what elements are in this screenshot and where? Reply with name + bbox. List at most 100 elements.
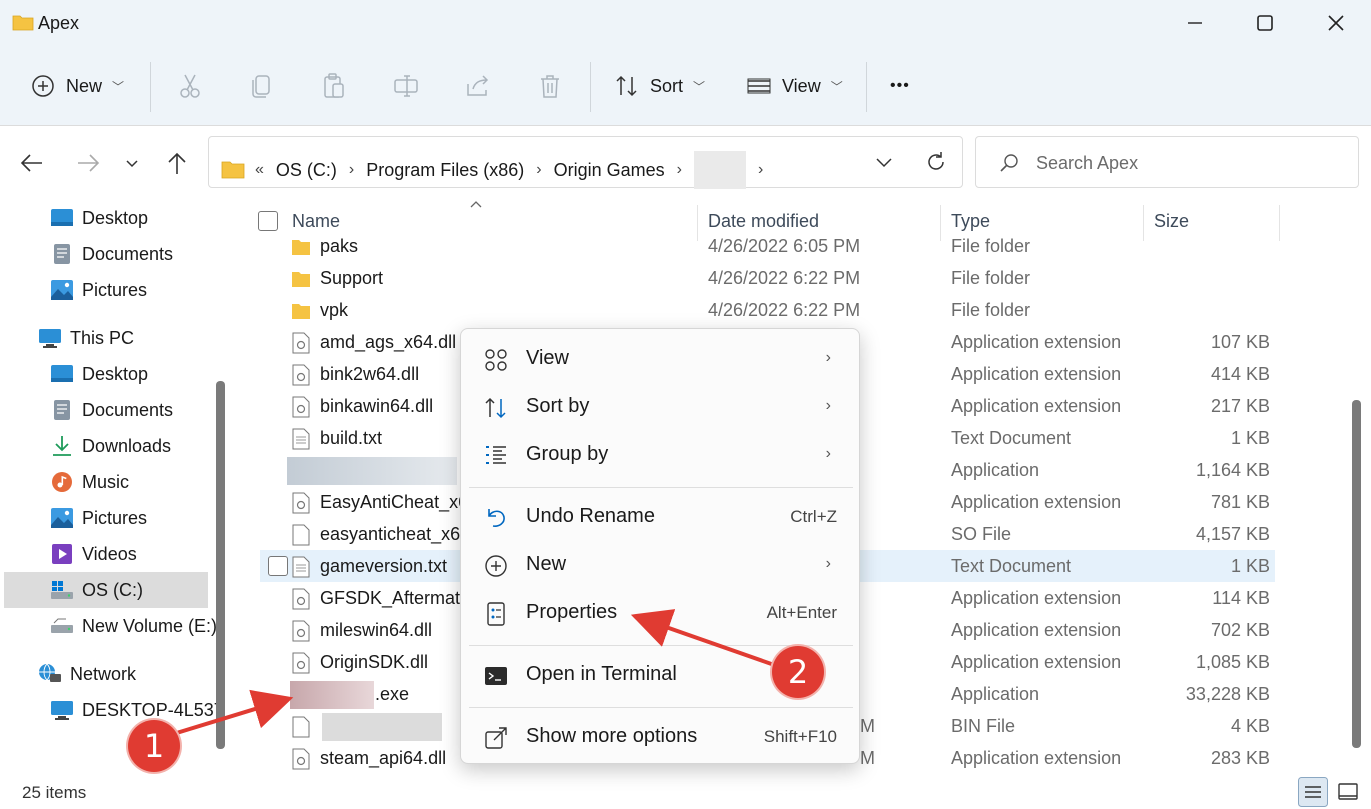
menu-item-label: Group by: [526, 443, 609, 465]
forward-icon[interactable]: [74, 149, 102, 177]
share-icon[interactable]: [464, 72, 492, 100]
documents-icon: [54, 244, 70, 264]
sidebar-item-label: New Volume (E:): [82, 615, 218, 636]
sidebar-item-network[interactable]: Network: [38, 658, 136, 690]
copy-icon[interactable]: [248, 72, 276, 100]
column-header-name[interactable]: Name: [292, 211, 340, 232]
tiles-view-icon[interactable]: [1336, 780, 1360, 804]
new-button[interactable]: New ﹀: [30, 70, 124, 102]
menu-item-sort-by[interactable]: Sort by ›: [469, 385, 853, 429]
file-size: 33,228 KB: [1185, 684, 1270, 704]
chevron-right-icon[interactable]: ›: [349, 161, 354, 179]
chevron-down-icon[interactable]: [873, 151, 895, 173]
breadcrumb-item[interactable]: OS (C:): [276, 160, 337, 181]
sidebar-item-desktop[interactable]: Desktop: [50, 202, 148, 234]
drive-icon: [51, 581, 73, 599]
sidebar-item-label: Videos: [82, 543, 137, 564]
sort-icon: [485, 397, 506, 419]
file-name: mileswin64.dll: [320, 620, 433, 640]
menu-item-show-more-options[interactable]: Show more options Shift+F10: [469, 715, 853, 759]
column-divider[interactable]: [1279, 205, 1280, 241]
breadcrumb-item[interactable]: Origin Games: [554, 160, 665, 181]
sidebar-scrollbar[interactable]: [216, 381, 225, 749]
up-icon[interactable]: [163, 149, 191, 177]
annotation-badge-1: 1: [128, 720, 180, 772]
chevron-right-icon[interactable]: ›: [677, 161, 682, 179]
column-header-type[interactable]: Type: [951, 211, 990, 232]
menu-item-properties[interactable]: Properties Alt+Enter: [469, 591, 853, 635]
details-view-icon[interactable]: [1298, 777, 1328, 807]
menu-item-group-by[interactable]: Group by ›: [469, 433, 853, 477]
view-button[interactable]: View ﹀: [746, 70, 843, 102]
sidebar-item-os-c[interactable]: OS (C:): [50, 574, 143, 606]
sidebar-item-videos[interactable]: Videos: [50, 538, 137, 570]
terminal-icon: [485, 667, 507, 685]
chevron-right-icon[interactable]: ›: [758, 161, 763, 179]
sidebar-item-documents[interactable]: Documents: [50, 238, 173, 270]
menu-item-view[interactable]: View ›: [469, 337, 853, 381]
annotation-badge-2: 2: [772, 646, 824, 698]
navigation-bar: « OS (C:) › Program Files (x86) › Origin…: [0, 127, 1371, 199]
sidebar-item-downloads[interactable]: Downloads: [50, 430, 171, 462]
column-header-date[interactable]: Date modified: [708, 211, 819, 232]
more-options-button[interactable]: •••: [890, 70, 910, 102]
file-type: Application extension: [951, 652, 1122, 672]
search-input[interactable]: Search Apex: [1036, 153, 1138, 174]
breadcrumb-item[interactable]: Program Files (x86): [366, 160, 524, 181]
menu-item-new[interactable]: New ›: [469, 543, 853, 587]
music-icon: [52, 472, 72, 492]
sort-button-label: Sort: [650, 75, 684, 96]
search-box[interactable]: Search Apex: [975, 136, 1359, 188]
sidebar-item-new-volume-e[interactable]: New Volume (E:): [50, 610, 217, 642]
sidebar-item-this-pc[interactable]: This PC: [38, 322, 134, 354]
recent-locations-icon[interactable]: [118, 149, 146, 177]
sidebar-item-desktop[interactable]: Desktop: [50, 358, 148, 390]
back-icon[interactable]: [18, 149, 46, 177]
paste-icon[interactable]: [320, 72, 348, 100]
file-icon: [292, 716, 310, 738]
file-list-scrollbar[interactable]: [1352, 400, 1361, 748]
row-checkbox[interactable]: [268, 556, 288, 576]
file-type: File folder: [951, 236, 1031, 256]
file-type: BIN File: [951, 716, 1016, 736]
desktop-icon: [51, 365, 73, 382]
table-row[interactable]: Support 4/26/2022 6:22 PM File folder: [260, 262, 1275, 294]
file-size: 1,085 KB: [1195, 652, 1270, 672]
sort-button[interactable]: Sort ﹀: [614, 70, 705, 102]
file-date: 4/26/2022 6:22 PM: [708, 300, 861, 320]
rename-icon[interactable]: [392, 72, 420, 100]
file-name: easyanticheat_x64: [320, 524, 471, 544]
maximize-icon[interactable]: [1252, 10, 1278, 36]
menu-item-undo-rename[interactable]: Undo Rename Ctrl+Z: [469, 495, 853, 539]
chevron-right-icon[interactable]: ›: [536, 161, 541, 179]
file-type: Text Document: [951, 556, 1072, 576]
table-row[interactable]: paks 4/26/2022 6:05 PM File folder: [260, 230, 1275, 262]
dll-file-icon: [292, 332, 310, 354]
sidebar-item-documents[interactable]: Documents: [50, 394, 173, 426]
sidebar-item-music[interactable]: Music: [50, 466, 129, 498]
menu-item-label: Undo Rename: [526, 505, 655, 527]
cut-icon[interactable]: [176, 72, 204, 100]
breadcrumb: « OS (C:) › Program Files (x86) › Origin…: [221, 151, 775, 189]
sidebar-item-label: Music: [82, 471, 130, 492]
minimize-icon[interactable]: [1182, 10, 1208, 36]
close-icon[interactable]: [1323, 10, 1349, 36]
file-type: Application extension: [951, 364, 1122, 384]
toolbar-divider: [590, 62, 591, 112]
column-header-size[interactable]: Size: [1154, 211, 1189, 232]
computer-icon: [51, 701, 73, 720]
sidebar-item-pictures[interactable]: Pictures: [50, 502, 147, 534]
sidebar-item-label: Documents: [82, 243, 174, 264]
table-row[interactable]: vpk 4/26/2022 6:22 PM File folder: [260, 294, 1275, 326]
address-bar[interactable]: « OS (C:) › Program Files (x86) › Origin…: [208, 136, 963, 189]
breadcrumb-overflow[interactable]: «: [255, 161, 264, 179]
sidebar-item-desktop-4l537[interactable]: DESKTOP-4L537: [50, 694, 224, 726]
menu-item-label: Properties: [526, 601, 618, 623]
file-size: 114 KB: [1212, 588, 1270, 608]
plus-circle-icon: [485, 555, 507, 577]
sidebar-item-pictures[interactable]: Pictures: [50, 274, 147, 306]
refresh-icon[interactable]: [924, 150, 948, 174]
select-all-checkbox[interactable]: [258, 211, 278, 231]
pictures-icon: [51, 280, 73, 300]
delete-icon[interactable]: [536, 72, 564, 100]
